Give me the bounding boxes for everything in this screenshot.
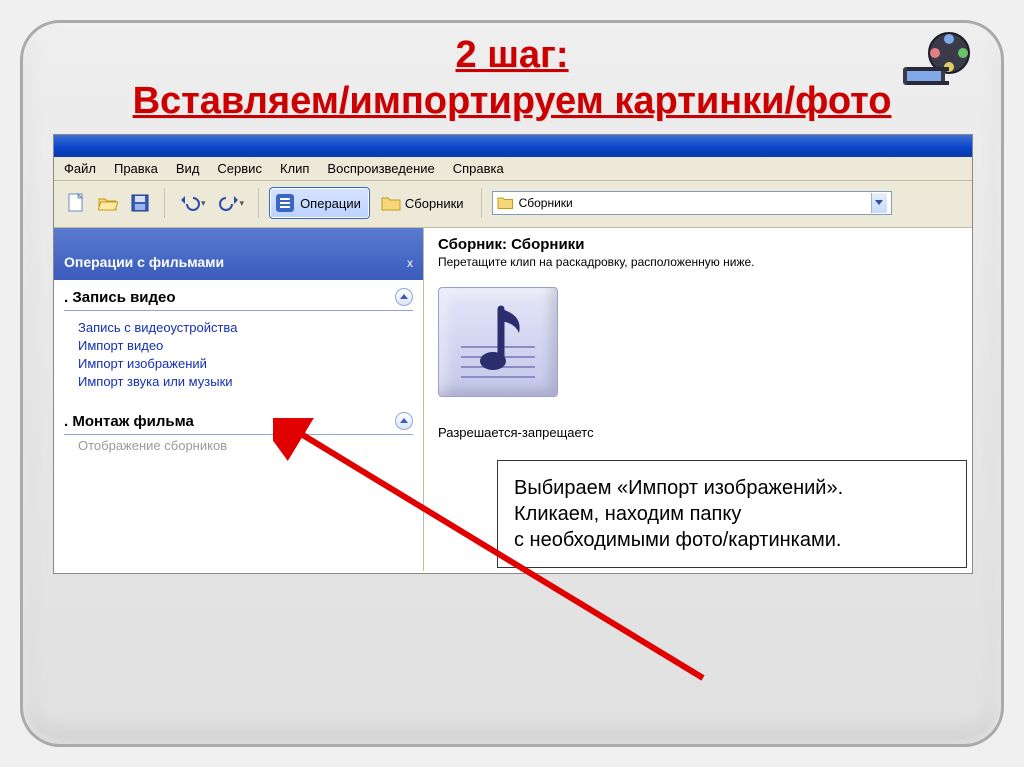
menu-tools[interactable]: Сервис — [217, 161, 262, 176]
tasks-header-label: Операции с фильмами — [64, 254, 224, 270]
tasks-pane: Операции с фильмами x . Запись видео Зап… — [54, 228, 424, 571]
music-note-icon — [453, 297, 543, 387]
undo-icon — [179, 194, 201, 212]
callout-line-3: с необходимыми фото/картинками. — [514, 527, 950, 553]
window-title-bar — [54, 135, 972, 157]
capture-links: Запись с видеоустройства Импорт видео Им… — [64, 311, 413, 400]
title-line-1: 2 шаг: — [456, 34, 569, 76]
floppy-icon — [131, 194, 149, 212]
title-line-2: Вставляем/импортируем картинки/фото — [133, 80, 892, 122]
link-show-collections: Отображение сборников — [78, 438, 413, 453]
tasks-icon — [274, 192, 296, 214]
collapse-icon[interactable] — [395, 288, 413, 306]
section-capture-header[interactable]: . Запись видео — [64, 288, 413, 311]
movie-maker-logo-icon — [901, 31, 971, 91]
collections-combo-icon — [497, 195, 515, 211]
tasks-pane-button[interactable]: Операции — [269, 187, 370, 219]
redo-button[interactable]: ▾ — [214, 188, 249, 218]
collections-combo[interactable]: Сборники — [492, 191, 892, 215]
save-button[interactable] — [126, 188, 154, 218]
menu-help[interactable]: Справка — [453, 161, 504, 176]
menu-file[interactable]: Файл — [64, 161, 96, 176]
open-button[interactable] — [94, 188, 122, 218]
menu-clip[interactable]: Клип — [280, 161, 309, 176]
collection-title: Сборник: Сборники — [438, 236, 958, 253]
tasks-label: Операции — [300, 196, 361, 211]
callout-line-1: Выбираем «Импорт изображений». — [514, 475, 950, 501]
section-capture-title: Запись видео — [68, 289, 175, 306]
section-capture: . Запись видео Запись с видеоустройства … — [54, 280, 423, 404]
slide-title: 2 шаг: Вставляем/импортируем картинки/фо… — [53, 33, 971, 124]
section-edit-title: . Монтаж фильма — [64, 413, 194, 430]
menu-edit[interactable]: Правка — [114, 161, 158, 176]
clip-thumbnail[interactable] — [438, 287, 558, 397]
close-icon[interactable]: x — [407, 256, 413, 270]
slide-frame: 2 шаг: Вставляем/импортируем картинки/фо… — [20, 20, 1004, 747]
redo-icon — [218, 194, 240, 212]
new-project-button[interactable] — [62, 188, 90, 218]
folder-icon — [381, 194, 401, 212]
combo-value: Сборники — [519, 196, 573, 210]
menu-bar: Файл Правка Вид Сервис Клип Воспроизведе… — [54, 157, 972, 181]
separator-icon — [164, 188, 165, 218]
collections-label: Сборники — [405, 196, 464, 211]
link-capture-device[interactable]: Запись с видеоустройства — [78, 320, 407, 335]
separator-icon — [481, 188, 482, 218]
callout-line-2: Кликаем, находим папку — [514, 501, 950, 527]
link-import-video[interactable]: Импорт видео — [78, 338, 407, 353]
separator-icon — [258, 188, 259, 218]
instruction-callout: Выбираем «Импорт изображений». Кликаем, … — [497, 460, 967, 568]
undo-button[interactable]: ▾ — [175, 188, 210, 218]
link-import-images[interactable]: Импорт изображений — [78, 356, 407, 371]
document-icon — [67, 193, 85, 213]
tool-bar: ▾ ▾ Операции Сборники Сборники — [54, 181, 972, 228]
clip-caption: Разрешается-запрещаетс — [438, 425, 958, 440]
link-import-audio[interactable]: Импорт звука или музыки — [78, 374, 407, 389]
menu-play[interactable]: Воспроизведение — [327, 161, 434, 176]
section-edit-header[interactable]: . Монтаж фильма — [64, 412, 413, 435]
chevron-down-icon — [871, 193, 887, 213]
tasks-pane-header: Операции с фильмами x — [54, 228, 423, 280]
movie-maker-window: Файл Правка Вид Сервис Клип Воспроизведе… — [53, 134, 973, 574]
collapse-icon[interactable] — [395, 412, 413, 430]
section-edit: . Монтаж фильма Отображение сборников — [54, 404, 423, 460]
menu-view[interactable]: Вид — [176, 161, 200, 176]
collections-button[interactable]: Сборники — [374, 188, 471, 218]
collection-subtitle: Перетащите клип на раскадровку, располож… — [438, 255, 958, 269]
folder-open-icon — [98, 194, 118, 212]
